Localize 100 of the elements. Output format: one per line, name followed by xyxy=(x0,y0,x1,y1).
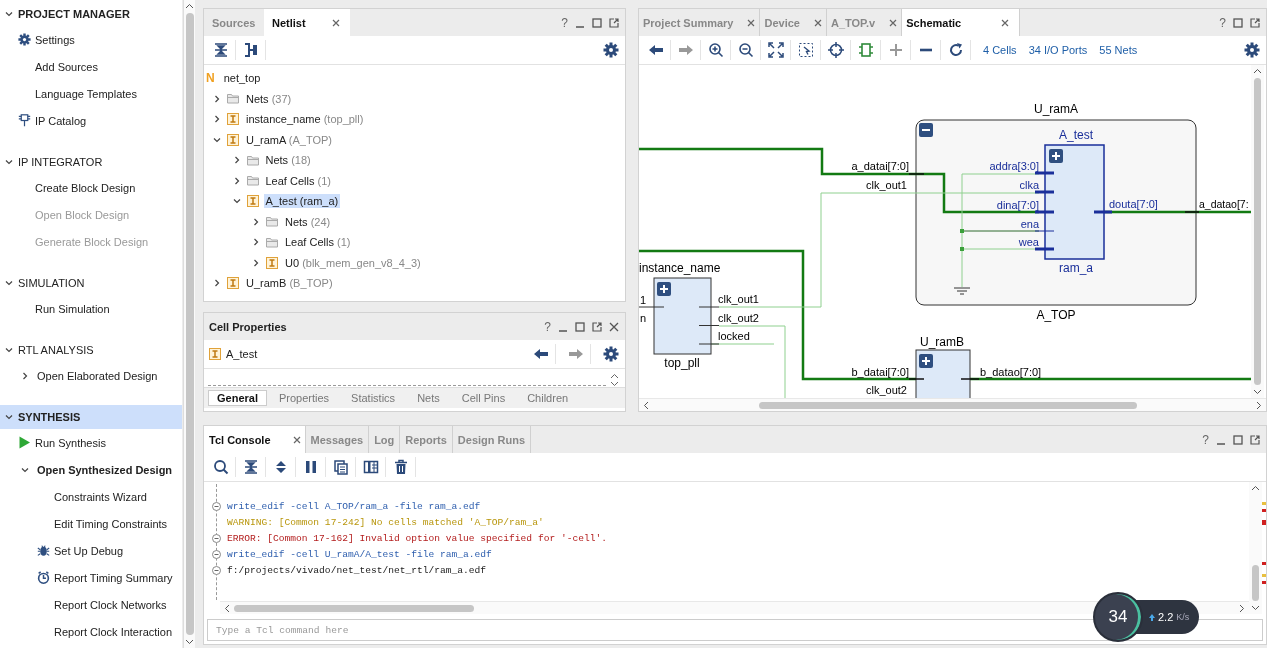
tab[interactable]: Schematic xyxy=(902,9,1021,36)
search-icon[interactable] xyxy=(212,459,229,475)
chevron-icon[interactable] xyxy=(20,370,30,381)
tree-item[interactable]: instance_name (top_pll) xyxy=(244,112,366,127)
tab[interactable]: General xyxy=(208,390,267,406)
scroll-down-icon[interactable] xyxy=(1253,389,1262,395)
maximize-icon[interactable] xyxy=(592,17,602,28)
navigator-item[interactable]: Add Sources xyxy=(35,60,98,73)
delete-icon[interactable] xyxy=(392,459,409,475)
help-button[interactable]: ? xyxy=(544,319,551,334)
spinner-icon[interactable] xyxy=(610,373,619,387)
close-icon[interactable] xyxy=(292,435,301,444)
tab[interactable]: Nets xyxy=(407,390,450,406)
expand-button[interactable] xyxy=(919,354,933,368)
navigator-item[interactable]: Create Block Design xyxy=(35,181,136,194)
close-icon[interactable] xyxy=(813,18,822,27)
navigator-item[interactable]: Report Clock Interaction xyxy=(54,625,172,638)
maximize-icon[interactable] xyxy=(575,321,585,332)
scrollbar[interactable] xyxy=(1249,482,1262,614)
section-title[interactable]: IP INTEGRATOR xyxy=(18,156,103,168)
section-title[interactable]: SIMULATION xyxy=(18,277,85,289)
tree-item[interactable]: Nets (24) xyxy=(283,214,333,229)
navigator-item[interactable]: Constraints Wizard xyxy=(54,490,147,503)
tree-item[interactable]: A_test (ram_a) xyxy=(263,194,341,209)
close-icon[interactable] xyxy=(609,321,619,332)
navigator-item[interactable]: Run Synthesis xyxy=(35,436,106,449)
zoom-in-icon[interactable] xyxy=(707,42,724,58)
tree-item[interactable]: Leaf Cells (1) xyxy=(283,235,353,250)
help-button[interactable]: ? xyxy=(1219,15,1226,30)
collapse-all-icon[interactable] xyxy=(212,42,229,58)
chevron-icon[interactable] xyxy=(4,345,14,355)
chevron-icon[interactable] xyxy=(212,114,222,125)
float-icon[interactable] xyxy=(592,321,602,332)
scroll-left-icon[interactable] xyxy=(643,400,649,410)
tree-item[interactable]: U0 (blk_mem_gen_v8_4_3) xyxy=(283,255,423,270)
settings-icon[interactable] xyxy=(602,42,619,58)
fold-icon[interactable] xyxy=(212,549,221,559)
chevron-icon[interactable] xyxy=(4,157,14,167)
scrollbar[interactable] xyxy=(639,398,1266,411)
float-icon[interactable] xyxy=(1250,17,1260,28)
tab[interactable]: Cell Pins xyxy=(451,390,516,406)
expand-button[interactable] xyxy=(1049,149,1063,163)
maximize-icon[interactable] xyxy=(1233,434,1243,445)
navigator-item[interactable]: Set Up Debug xyxy=(54,544,124,557)
tab[interactable]: Netlist xyxy=(264,9,350,36)
navigator-item[interactable]: Report Clock Networks xyxy=(54,598,167,611)
fit-icon[interactable] xyxy=(767,42,784,58)
stat-link[interactable]: 34 I/O Ports xyxy=(1028,44,1088,56)
tree-item[interactable]: U_ramA (A_TOP) xyxy=(244,132,334,147)
scroll-right-icon[interactable] xyxy=(1256,400,1262,410)
navigator-item[interactable]: Report Timing Summary xyxy=(54,571,173,584)
expand-button[interactable] xyxy=(657,282,671,296)
navigator-item[interactable]: Settings xyxy=(35,33,75,46)
scroll-up-icon[interactable] xyxy=(1251,485,1260,491)
tab[interactable]: Statistics xyxy=(341,390,406,406)
scroll-down-icon[interactable] xyxy=(185,639,194,645)
selected-row[interactable]: SYNTHESIS xyxy=(0,405,182,429)
section-title[interactable]: SYNTHESIS xyxy=(18,411,81,423)
scroll-down-icon[interactable] xyxy=(1251,605,1260,611)
navigator-item[interactable]: Run Simulation xyxy=(35,302,110,315)
cell-icon[interactable] xyxy=(857,42,874,58)
stat-link[interactable]: 55 Nets xyxy=(1099,44,1138,56)
tree-item[interactable]: Nets (37) xyxy=(244,91,294,106)
tab[interactable]: Properties xyxy=(268,390,340,406)
columns-icon[interactable] xyxy=(362,459,379,475)
navigator-item[interactable]: Open Elaborated Design xyxy=(37,369,158,382)
chevron-icon[interactable] xyxy=(212,278,222,289)
chevron-icon[interactable] xyxy=(251,237,261,248)
help-button[interactable]: ? xyxy=(561,15,568,30)
fold-icon[interactable] xyxy=(212,533,221,543)
back-icon[interactable] xyxy=(647,42,664,58)
fold-icon[interactable] xyxy=(212,501,221,511)
refresh-icon[interactable] xyxy=(947,42,964,58)
navigator-item[interactable]: Open Synthesized Design xyxy=(37,463,173,476)
chevron-icon[interactable] xyxy=(4,9,14,19)
stat-link[interactable]: 4 Cells xyxy=(983,44,1017,56)
close-icon[interactable] xyxy=(889,18,898,27)
scrollbar[interactable] xyxy=(1251,65,1264,398)
tree-item[interactable]: Nets (18) xyxy=(263,153,313,168)
navigator-item[interactable]: IP Catalog xyxy=(35,114,87,127)
chevron-icon[interactable] xyxy=(251,216,261,227)
close-icon[interactable] xyxy=(1001,18,1010,27)
float-icon[interactable] xyxy=(1250,434,1260,445)
section-title[interactable]: PROJECT MANAGER xyxy=(18,8,130,20)
chevron-icon[interactable] xyxy=(212,93,222,104)
close-icon[interactable] xyxy=(331,18,340,27)
tree-item[interactable]: U_ramB (B_TOP) xyxy=(244,276,335,291)
chevron-icon[interactable] xyxy=(4,278,14,288)
center-icon[interactable] xyxy=(827,42,844,58)
chevron-icon[interactable] xyxy=(251,257,261,268)
zoom-out-icon[interactable] xyxy=(737,42,754,58)
navigator-item[interactable]: Edit Timing Constraints xyxy=(54,517,168,530)
scroll-left-icon[interactable] xyxy=(224,603,230,613)
back-icon[interactable] xyxy=(532,346,549,362)
copy-icon[interactable] xyxy=(332,459,349,475)
settings-icon[interactable] xyxy=(602,346,619,362)
settings-icon[interactable] xyxy=(1243,42,1260,58)
chevron-icon[interactable] xyxy=(4,412,14,422)
cell-block[interactable] xyxy=(1044,144,1105,260)
collapse-all-icon[interactable] xyxy=(242,459,259,475)
